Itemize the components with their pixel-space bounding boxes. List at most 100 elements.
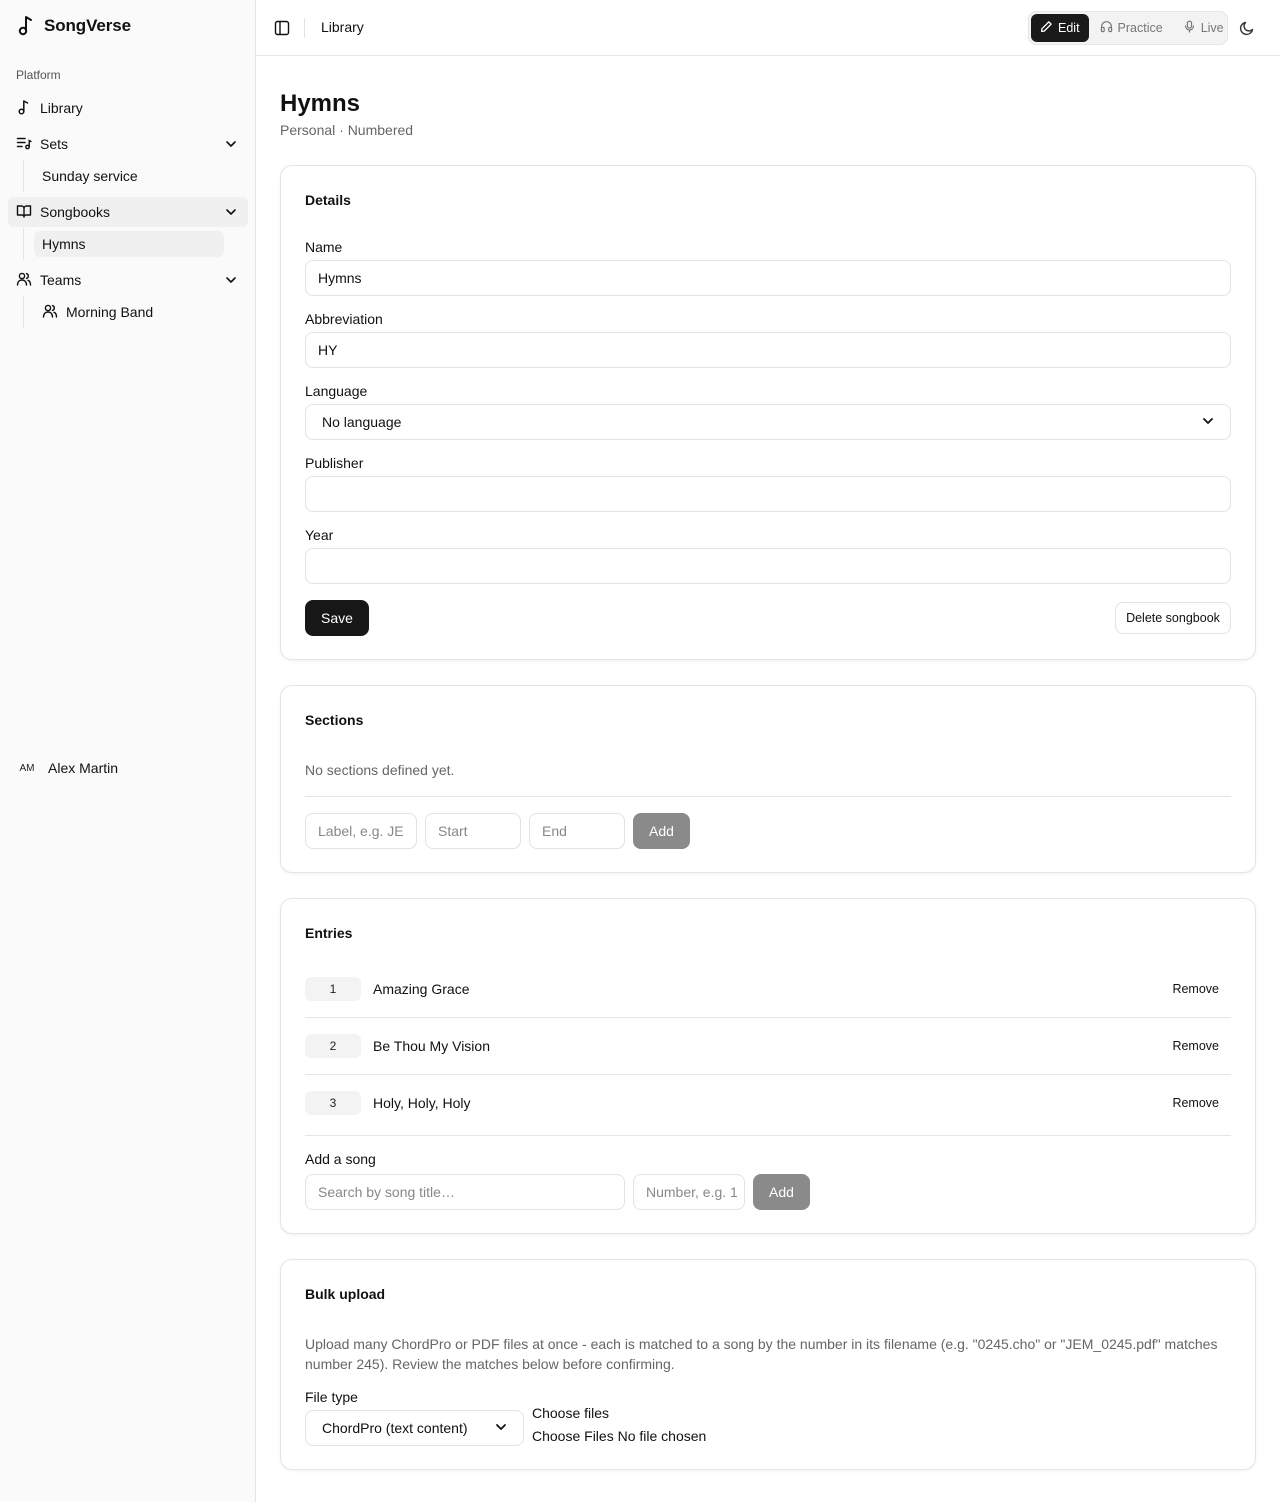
card-title: Entries: [305, 925, 353, 941]
year-label: Year: [305, 527, 334, 543]
users-icon: [42, 303, 58, 322]
moon-icon[interactable]: [1238, 19, 1256, 37]
file-input[interactable]: Choose Files No file chosen: [532, 1428, 706, 1444]
file-type-select[interactable]: ChordPro (text content): [305, 1410, 524, 1446]
section-end-input[interactable]: End: [529, 813, 625, 849]
song-number-input[interactable]: Number, e.g. 1: [633, 1174, 745, 1210]
entry-number: 3: [305, 1091, 361, 1115]
user-name: Alex Martin: [48, 760, 119, 776]
add-song-label: Add a song: [305, 1151, 376, 1167]
publisher-field[interactable]: [305, 476, 1231, 512]
entry-title[interactable]: Holy, Holy, Holy: [373, 1095, 1172, 1111]
sidebar-subitem-label: Morning Band: [66, 304, 154, 320]
sidebar-item-library[interactable]: Library: [8, 93, 248, 123]
sidebar-subitem-morning-band[interactable]: Morning Band: [34, 299, 224, 325]
brand[interactable]: SongVerse: [16, 14, 131, 38]
sections-card: Sections No sections defined yet. Label,…: [280, 685, 1256, 873]
music-note-icon: [16, 14, 36, 39]
chevron-down-icon[interactable]: [224, 137, 238, 154]
entry-title[interactable]: Be Thou My Vision: [373, 1038, 1172, 1054]
mode-label: Live: [1200, 21, 1224, 35]
mode-switcher: Edit Practice Live: [1028, 11, 1228, 45]
language-select[interactable]: No language: [305, 404, 1231, 440]
entry-number: 1: [305, 977, 361, 1001]
mode-edit-button[interactable]: Edit: [1031, 14, 1089, 42]
pencil-icon: [1040, 20, 1053, 36]
card-title: Details: [305, 192, 351, 208]
mode-label: Practice: [1117, 21, 1163, 35]
add-song-button[interactable]: Add: [753, 1174, 810, 1210]
book-open-icon: [16, 203, 32, 222]
divider: [305, 796, 1231, 797]
entry-title[interactable]: Amazing Grace: [373, 981, 1172, 997]
file-type-label: File type: [305, 1389, 358, 1405]
sidebar-item-songbooks[interactable]: Songbooks: [8, 197, 248, 227]
sidebar-subitem-label: Sunday service: [42, 168, 138, 184]
card-title: Sections: [305, 712, 364, 728]
users-icon: [16, 271, 32, 290]
remove-entry-button[interactable]: Remove: [1172, 1039, 1219, 1053]
list-item: 3 Holy, Holy, Holy Remove: [305, 1075, 1231, 1131]
mode-live-button[interactable]: Live: [1174, 14, 1233, 42]
list-item: 1 Amazing Grace Remove: [305, 961, 1231, 1017]
remove-entry-button[interactable]: Remove: [1172, 982, 1219, 996]
avatar: AM: [19, 762, 35, 774]
delete-songbook-button[interactable]: Delete songbook: [1115, 602, 1231, 634]
sidebar-item-sets[interactable]: Sets: [8, 129, 248, 159]
section-label-input[interactable]: Label, e.g. JE: [305, 813, 417, 849]
mode-label: Edit: [1058, 21, 1080, 35]
list-music-icon: [16, 135, 32, 154]
language-label: Language: [305, 383, 368, 399]
entry-number: 2: [305, 1034, 361, 1058]
publisher-label: Publisher: [305, 455, 364, 471]
year-field[interactable]: [305, 548, 1231, 584]
sections-empty-text: No sections defined yet.: [305, 762, 455, 778]
bulk-upload-description: Upload many ChordPro or PDF files at onc…: [305, 1336, 1218, 1372]
add-section-button[interactable]: Add: [633, 813, 690, 849]
microphone-icon: [1183, 20, 1196, 36]
chevron-down-icon: [1202, 414, 1214, 430]
language-select-value: No language: [322, 414, 402, 430]
divider: [305, 1135, 1231, 1136]
chevron-down-icon[interactable]: [224, 273, 238, 290]
sidebar-subitem-sunday-service[interactable]: Sunday service: [34, 163, 224, 189]
top-bar: Library Edit Practice Live: [256, 0, 1280, 56]
sidebar-item-teams[interactable]: Teams: [8, 265, 248, 295]
list-item: 2 Be Thou My Vision Remove: [305, 1018, 1231, 1074]
submenu-rail: [23, 228, 24, 260]
sidebar-subitem-label: Hymns: [42, 236, 86, 252]
entries-card: Entries 1 Amazing Grace Remove 2 Be Thou…: [280, 898, 1256, 1234]
bulk-upload-card: Bulk upload Upload many ChordPro or PDF …: [280, 1259, 1256, 1470]
file-type-select-value: ChordPro (text content): [322, 1420, 468, 1436]
name-field[interactable]: Hymns: [305, 260, 1231, 296]
user-menu[interactable]: AM Alex Martin: [16, 756, 119, 780]
sidebar-item-label: Library: [40, 100, 83, 116]
chevron-down-icon: [495, 1420, 507, 1436]
section-start-input[interactable]: Start: [425, 813, 521, 849]
chevron-down-icon[interactable]: [224, 205, 238, 222]
abbreviation-label: Abbreviation: [305, 311, 383, 327]
save-button[interactable]: Save: [305, 600, 369, 636]
song-search-input[interactable]: Search by song title…: [305, 1174, 625, 1210]
details-card: Details Name Hymns Abbreviation HY Langu…: [280, 165, 1256, 660]
sidebar-toggle-icon[interactable]: [272, 18, 292, 38]
name-label: Name: [305, 239, 343, 255]
sidebar-subitem-hymns[interactable]: Hymns: [34, 231, 224, 257]
sidebar-item-label: Sets: [40, 136, 69, 152]
sidebar-item-label: Songbooks: [40, 204, 111, 220]
mode-practice-button[interactable]: Practice: [1091, 14, 1172, 42]
sidebar: SongVerse Platform Library Sets Sunday s…: [0, 0, 256, 1502]
brand-name: SongVerse: [44, 16, 131, 35]
headphones-icon: [1100, 20, 1113, 36]
abbreviation-field[interactable]: HY: [305, 332, 1231, 368]
submenu-rail: [23, 296, 24, 328]
remove-entry-button[interactable]: Remove: [1172, 1096, 1219, 1110]
submenu-rail: [23, 160, 24, 192]
music-note-icon: [16, 99, 32, 118]
page-title: Hymns: [280, 90, 361, 117]
card-title: Bulk upload: [305, 1286, 386, 1302]
choose-files-label: Choose files: [532, 1405, 610, 1421]
page-subtitle: Personal · Numbered: [280, 122, 414, 138]
breadcrumb[interactable]: Library: [321, 19, 364, 35]
header-divider: [304, 18, 305, 38]
